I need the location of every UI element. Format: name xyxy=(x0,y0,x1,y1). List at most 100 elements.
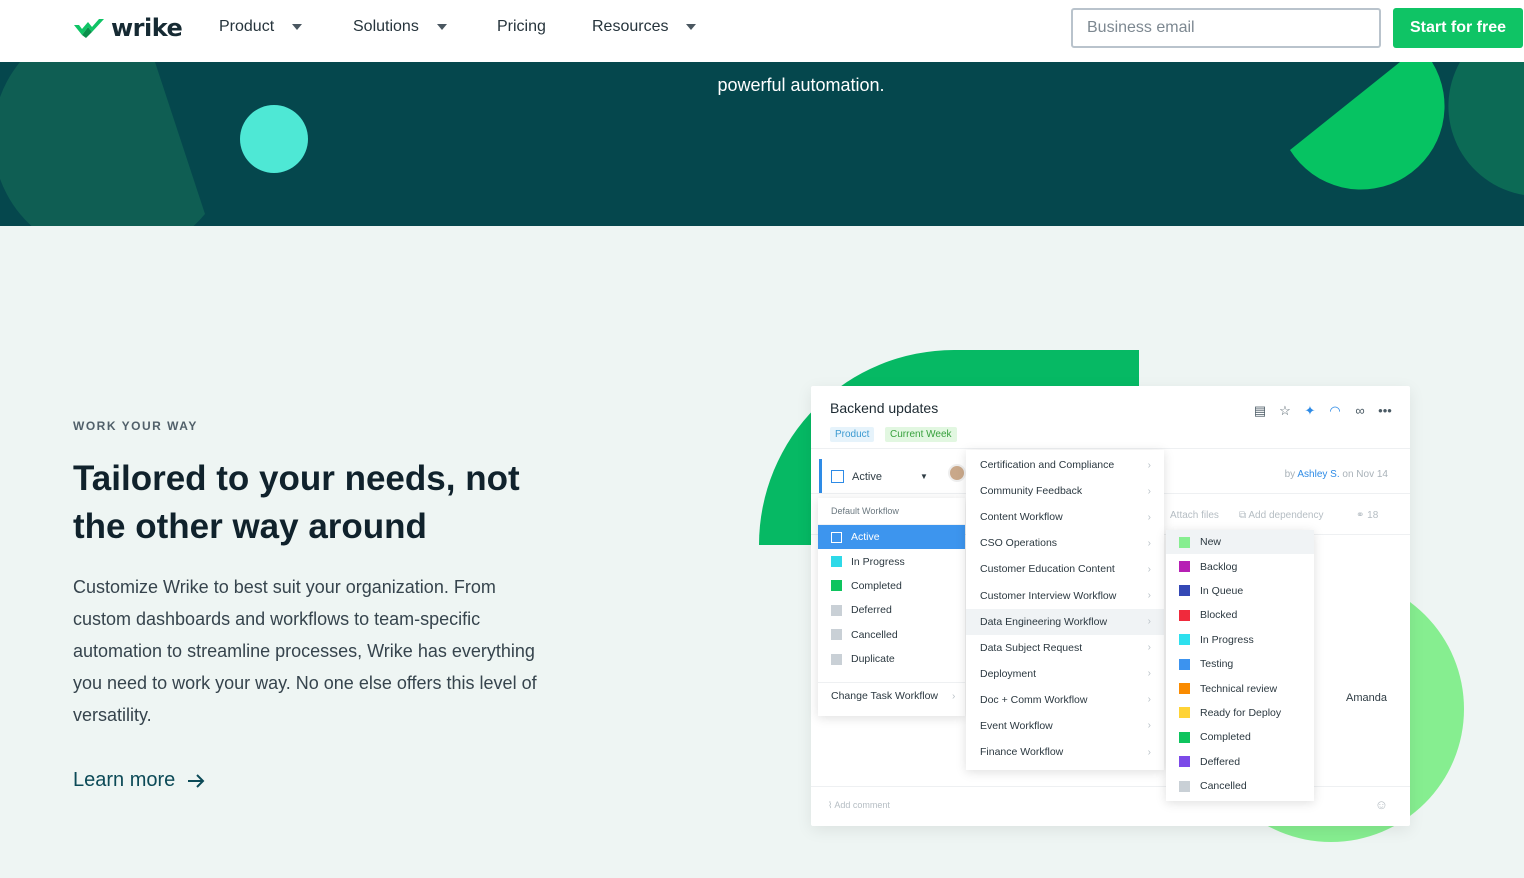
stage-option-technical-review[interactable]: Technical review xyxy=(1166,676,1314,700)
nav-solutions[interactable]: Solutions xyxy=(353,18,447,36)
learn-more-link[interactable]: Learn more xyxy=(73,769,205,792)
avatar[interactable] xyxy=(948,464,966,482)
workflow-option[interactable]: Data Subject Request › xyxy=(966,635,1164,661)
status-option-deferred[interactable]: Deferred xyxy=(818,598,965,622)
chevron-right-icon: › xyxy=(1147,720,1151,732)
stage-option-testing[interactable]: Testing xyxy=(1166,652,1314,676)
workflow-option[interactable]: Content Workflow › xyxy=(966,504,1164,530)
stage-option-cancelled[interactable]: Cancelled xyxy=(1166,774,1314,798)
workflow-option[interactable]: CSO Operations › xyxy=(966,530,1164,556)
chevron-right-icon: › xyxy=(1147,511,1151,523)
stage-option-label: Deffered xyxy=(1200,755,1241,768)
change-task-workflow[interactable]: Change Task Workflow › xyxy=(818,682,965,709)
section-headline: Tailored to your needs, not the other wa… xyxy=(73,459,520,546)
add-dependency-label: Add dependency xyxy=(1248,510,1324,521)
comment-placeholder: Add comment xyxy=(834,800,890,810)
chevron-down-icon: ▼ xyxy=(919,472,928,481)
stage-option-label: New xyxy=(1200,536,1222,549)
arrow-right-icon xyxy=(188,773,205,788)
nav-product[interactable]: Product xyxy=(219,18,303,36)
business-email-input[interactable] xyxy=(1071,8,1381,48)
chevron-down-icon xyxy=(686,24,697,30)
status-dropdown[interactable]: Active ▼ xyxy=(819,459,967,494)
chevron-right-icon: › xyxy=(1147,459,1151,471)
status-option-label: Active xyxy=(851,531,880,544)
stage-swatch xyxy=(1179,561,1190,573)
workflow-option-label: Certification and Compliance xyxy=(980,459,1115,472)
author-name[interactable]: Ashley S. xyxy=(1297,469,1339,480)
stage-swatch xyxy=(1179,756,1190,768)
nav-solutions-label: Solutions xyxy=(353,18,419,35)
status-option-active[interactable]: Active xyxy=(818,525,965,550)
chevron-down-icon xyxy=(436,24,447,30)
calendar-icon[interactable]: ▤ xyxy=(1253,403,1267,419)
task-toolbar: ▤ ☆ ✦ ◠ ∞ ••• xyxy=(1253,403,1392,419)
stage-option-in-queue[interactable]: In Queue xyxy=(1166,579,1314,603)
rss-icon[interactable]: ◠ xyxy=(1328,403,1342,419)
pin-icon[interactable]: ✦ xyxy=(1303,403,1317,419)
task-title[interactable]: Backend updates xyxy=(830,400,938,416)
hero-band: powerful automation. xyxy=(0,62,1524,226)
start-for-free-button[interactable]: Start for free xyxy=(1393,8,1523,48)
stage-swatch xyxy=(1179,536,1190,548)
dependency-icon: ⧉ xyxy=(1239,510,1249,521)
divider xyxy=(811,448,1410,449)
stage-option-label: Testing xyxy=(1200,658,1234,671)
chevron-right-icon: › xyxy=(1147,590,1151,602)
more-icon[interactable]: ••• xyxy=(1378,403,1392,419)
status-option-duplicate[interactable]: Duplicate xyxy=(818,647,965,671)
workflow-option-label: Finance Workflow xyxy=(980,746,1064,759)
attach-files[interactable]: Attach files xyxy=(1170,510,1219,521)
wrike-logo[interactable]: wrike xyxy=(72,14,183,42)
chevron-right-icon: › xyxy=(1147,694,1151,706)
chevron-down-icon xyxy=(292,24,303,30)
nav-resources-label: Resources xyxy=(592,18,669,35)
share-count-label: 18 xyxy=(1367,510,1379,521)
workflow-option[interactable]: Finance Workflow › xyxy=(966,739,1164,765)
status-option-cancelled[interactable]: Cancelled xyxy=(818,623,965,647)
add-comment-input[interactable]: ⌇ Add comment xyxy=(828,800,890,811)
nav-product-label: Product xyxy=(219,18,275,35)
assignee-name[interactable]: Amanda xyxy=(1346,692,1387,704)
stage-option-backlog[interactable]: Backlog xyxy=(1166,554,1314,578)
stage-option-label: Completed xyxy=(1200,731,1251,744)
workflow-option-label: Deployment xyxy=(980,667,1037,680)
workflow-option[interactable]: Event Workflow › xyxy=(966,713,1164,739)
stage-option-deffered[interactable]: Deffered xyxy=(1166,750,1314,774)
status-swatch xyxy=(831,653,842,665)
workflow-option[interactable]: Deployment › xyxy=(966,661,1164,687)
status-swatch xyxy=(831,556,842,568)
stage-option-blocked[interactable]: Blocked xyxy=(1166,603,1314,627)
wrike-check-icon xyxy=(74,19,104,38)
tag-current-week[interactable]: Current Week xyxy=(885,427,957,442)
stage-option-in-progress[interactable]: In Progress xyxy=(1166,628,1314,652)
stage-option-completed[interactable]: Completed xyxy=(1166,725,1314,749)
emoji-icon[interactable]: ☺ xyxy=(1375,797,1388,812)
status-swatch xyxy=(831,580,842,592)
status-option-completed[interactable]: Completed xyxy=(818,574,965,598)
workflow-option[interactable]: Community Feedback › xyxy=(966,478,1164,504)
link-icon[interactable]: ∞ xyxy=(1353,403,1367,419)
tag-product[interactable]: Product xyxy=(830,427,875,442)
stage-swatch xyxy=(1179,780,1190,792)
add-dependency[interactable]: ⧉ Add dependency xyxy=(1239,510,1323,521)
status-option-label: Cancelled xyxy=(851,628,898,641)
nav-pricing[interactable]: Pricing xyxy=(497,18,546,36)
stage-option-label: Ready for Deploy xyxy=(1200,706,1282,719)
workflow-option[interactable]: Customer Interview Workflow › xyxy=(966,582,1164,608)
workflow-option[interactable]: Doc + Comm Workflow › xyxy=(966,687,1164,713)
share-count[interactable]: ⚭ 18 xyxy=(1356,510,1378,521)
workflow-option-label: Data Subject Request xyxy=(980,641,1083,654)
workflow-option[interactable]: Certification and Compliance › xyxy=(966,452,1164,478)
stage-option-ready-for-deploy[interactable]: Ready for Deploy xyxy=(1166,701,1314,725)
workflow-option-label: Doc + Comm Workflow xyxy=(980,693,1088,706)
nav-resources[interactable]: Resources xyxy=(592,18,697,36)
stage-option-new[interactable]: New xyxy=(1166,530,1314,555)
workflow-option[interactable]: Customer Education Content › xyxy=(966,556,1164,582)
status-option-in-progress[interactable]: In Progress xyxy=(818,549,965,573)
star-icon[interactable]: ☆ xyxy=(1278,403,1292,419)
status-option-label: Duplicate xyxy=(851,653,895,666)
attach-files-label: Attach files xyxy=(1170,510,1219,521)
workflow-option-highlighted[interactable]: Data Engineering Workflow › xyxy=(966,608,1164,635)
stage-swatch xyxy=(1179,731,1190,743)
